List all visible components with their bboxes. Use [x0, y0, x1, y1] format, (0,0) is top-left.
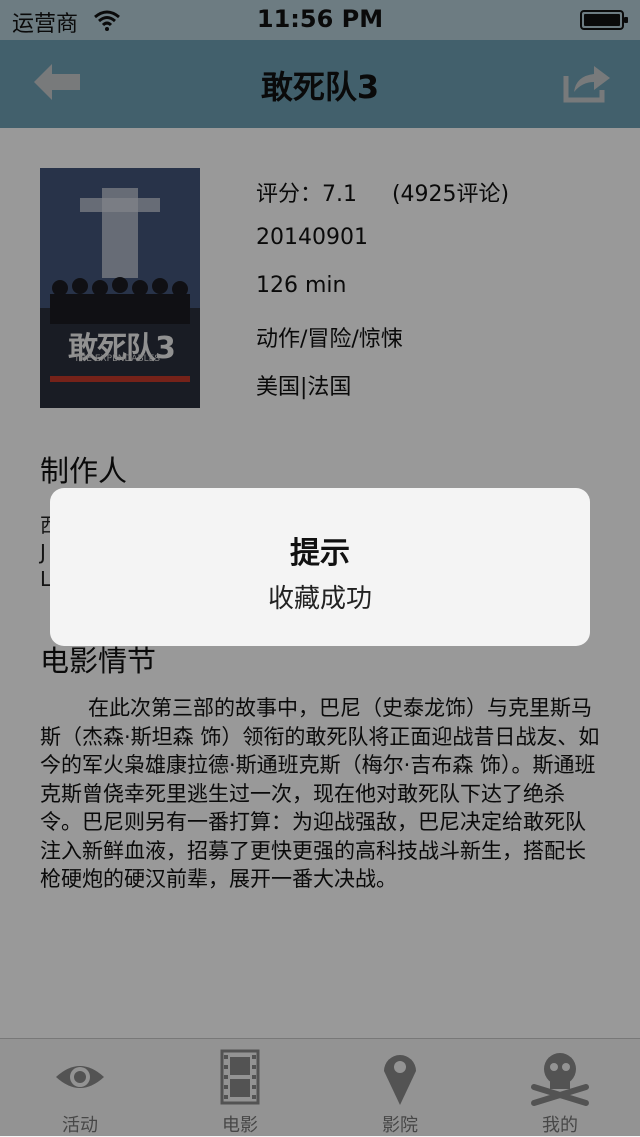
alert-dialog[interactable]: 提示 收藏成功: [50, 488, 590, 646]
alert-title: 提示: [290, 536, 350, 571]
alert-message: 收藏成功: [267, 584, 372, 614]
